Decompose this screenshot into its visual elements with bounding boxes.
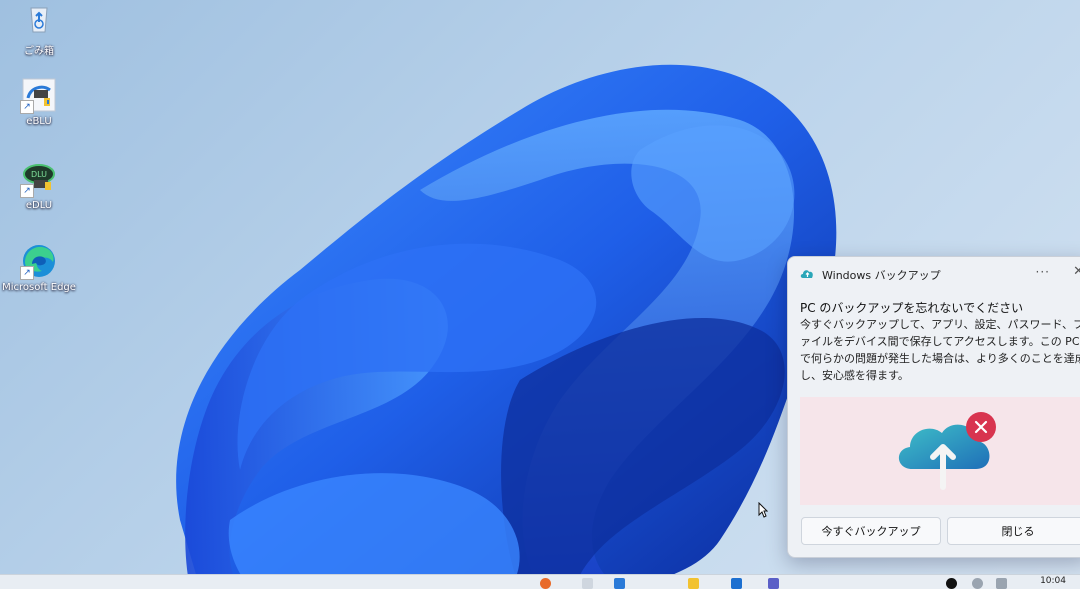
edge-icon: ↗	[20, 242, 58, 280]
cloud-upload-error-icon	[898, 412, 996, 490]
svg-text:DLU: DLU	[31, 170, 47, 179]
desktop-icon-recycle-bin[interactable]: ごみ箱	[4, 2, 74, 57]
cloud-app-icon	[800, 268, 815, 282]
toast-app-name: Windows バックアップ	[822, 269, 941, 282]
backup-now-button[interactable]: 今すぐバックアップ	[801, 517, 941, 545]
desktop-icon-label: Microsoft Edge	[2, 282, 76, 293]
taskbar: 10:04	[0, 574, 1080, 589]
desktop-icon-edlu[interactable]: DLU ↗ eDLU	[4, 160, 74, 211]
shortcut-arrow-icon: ↗	[20, 266, 34, 280]
mouse-cursor-icon	[758, 502, 768, 518]
desktop-icon-microsoft-edge[interactable]: ↗ Microsoft Edge	[2, 242, 76, 293]
taskbar-clock[interactable]: 10:04	[1040, 576, 1066, 586]
edlu-app-icon: DLU ↗	[20, 160, 58, 198]
desktop-icon-label: eBLU	[26, 116, 52, 127]
recycle-bin-icon	[20, 2, 58, 40]
taskbar-teams-icon[interactable]	[768, 578, 779, 589]
taskbar-file-explorer-icon[interactable]	[688, 578, 699, 589]
wifi-icon[interactable]	[972, 578, 983, 589]
backup-notification-toast[interactable]: Windows バックアップ ··· ✕ PC のバックアップを忘れないでくださ…	[787, 256, 1080, 558]
more-options-icon[interactable]: ···	[1036, 265, 1050, 279]
taskbar-task-view-icon[interactable]	[582, 578, 593, 589]
ebl-app-icon: ↗	[20, 76, 58, 114]
toast-hero-image	[800, 397, 1080, 505]
toast-body: 今すぐバックアップして、アプリ、設定、パスワード、ファイルをデバイス間で保存して…	[800, 318, 1080, 382]
toast-title: PC のバックアップを忘れないでください	[800, 301, 1024, 315]
taskbar-store-icon[interactable]	[731, 578, 742, 589]
taskbar-widgets-icon[interactable]	[614, 578, 625, 589]
desktop-icon-eblu[interactable]: ↗ eBLU	[4, 76, 74, 127]
shortcut-arrow-icon: ↗	[20, 184, 34, 198]
taskbar-search-icon[interactable]	[540, 578, 551, 589]
close-icon[interactable]: ✕	[1073, 264, 1080, 279]
desktop-icon-label: ごみ箱	[24, 46, 54, 57]
shortcut-arrow-icon: ↗	[20, 100, 34, 114]
tray-app-icon[interactable]	[946, 578, 957, 589]
desktop-icon-label: eDLU	[25, 200, 53, 211]
dismiss-button[interactable]: 閉じる	[947, 517, 1080, 545]
volume-icon[interactable]	[996, 578, 1007, 589]
